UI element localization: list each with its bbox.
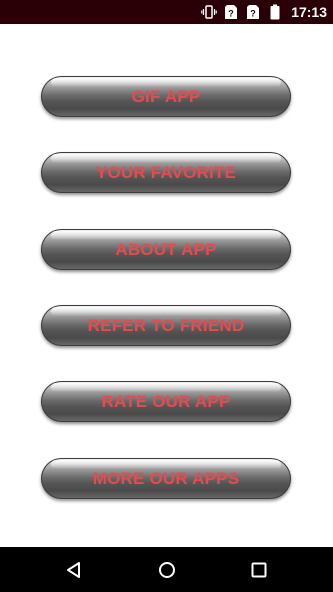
status-icons: ? ? 17:13 <box>201 0 327 24</box>
svg-text:?: ? <box>228 9 234 19</box>
battery-icon <box>267 4 283 20</box>
status-bar: ? ? 17:13 <box>0 0 333 24</box>
about-app-label: ABOUT APP <box>115 239 217 259</box>
rate-our-app-button[interactable]: RATE OUR APP <box>41 381 291 422</box>
refer-to-friend-label: REFER TO FRIEND <box>87 315 245 335</box>
vibrate-icon <box>201 4 217 20</box>
gif-app-label: GIF APP <box>131 86 201 106</box>
more-our-apps-label: MORE OUR APPS <box>92 468 240 488</box>
recents-icon[interactable] <box>248 559 270 581</box>
app-screen: ? ? 17:13 GIF APP YOUR FAVORITE ABOUT AP… <box>0 0 333 592</box>
sim-unknown-icon: ? <box>245 4 261 20</box>
status-time: 17:13 <box>291 4 327 20</box>
gif-app-button[interactable]: GIF APP <box>41 76 291 117</box>
navigation-bar <box>0 547 333 592</box>
home-icon[interactable] <box>156 559 178 581</box>
svg-text:?: ? <box>250 9 256 19</box>
rate-our-app-label: RATE OUR APP <box>101 391 231 411</box>
your-favorite-button[interactable]: YOUR FAVORITE <box>41 152 291 193</box>
back-icon[interactable] <box>63 559 85 581</box>
more-our-apps-button[interactable]: MORE OUR APPS <box>41 458 291 499</box>
about-app-button[interactable]: ABOUT APP <box>41 229 291 270</box>
your-favorite-label: YOUR FAVORITE <box>95 162 237 182</box>
refer-to-friend-button[interactable]: REFER TO FRIEND <box>41 305 291 346</box>
sim-unknown-icon: ? <box>223 4 239 20</box>
main-menu: GIF APP YOUR FAVORITE ABOUT APP REFER TO… <box>0 24 333 547</box>
